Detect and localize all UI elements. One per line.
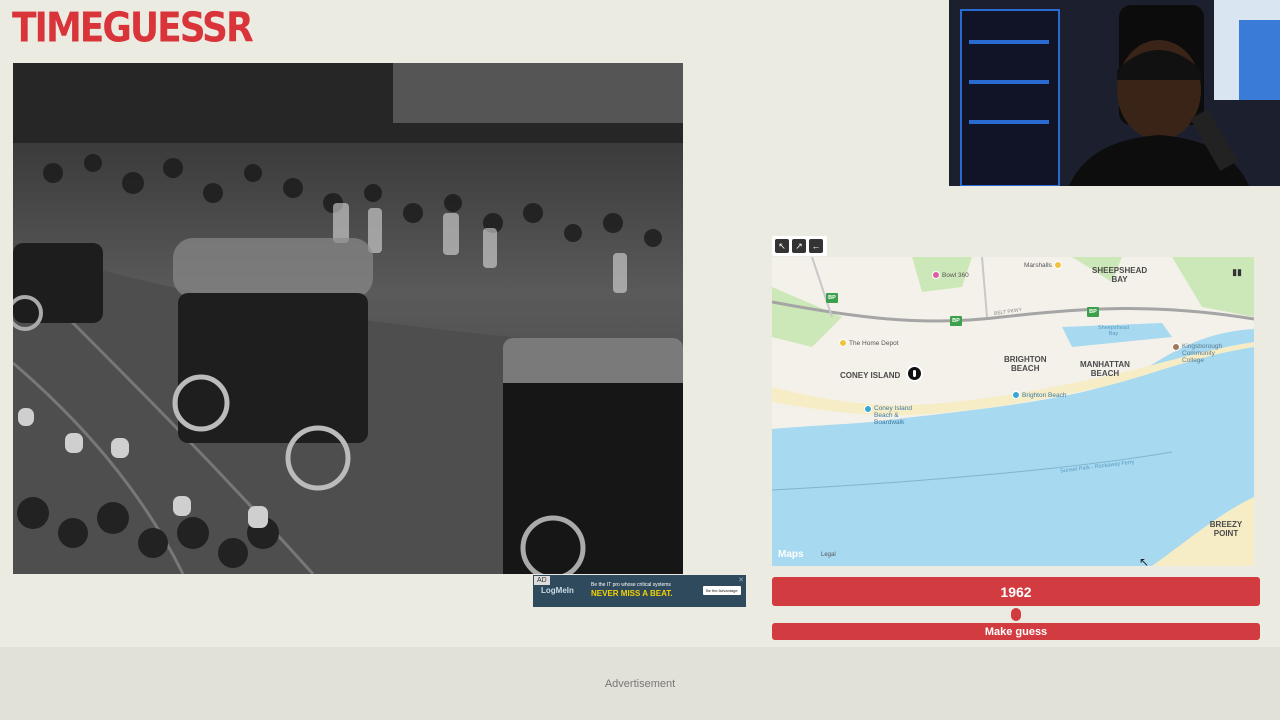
map-toolbar: ↖ ↗ ← bbox=[772, 236, 827, 256]
maps-legal-link[interactable]: Legal bbox=[821, 552, 836, 558]
store-icon bbox=[839, 339, 847, 347]
water-label-sheepshead: Sheepshead Bay bbox=[1098, 325, 1129, 337]
apple-maps-logo: Maps bbox=[778, 549, 804, 560]
beach-icon bbox=[1012, 391, 1020, 399]
poi-brighton-beach-station[interactable]: Brighton Beach bbox=[1012, 391, 1066, 399]
map-label-brighton-beach: BRIGHTON BEACH bbox=[1004, 355, 1047, 373]
ad-cta-button[interactable]: Be the Advantage bbox=[703, 586, 741, 595]
close-icon[interactable]: ✕ bbox=[738, 576, 744, 584]
poi-home-depot[interactable]: The Home Depot bbox=[839, 339, 899, 347]
map-label-breezy-point: BREEZY POINT bbox=[1209, 520, 1243, 538]
map-label-coney-island: CONEY ISLAND bbox=[840, 371, 901, 380]
bowling-icon bbox=[932, 271, 940, 279]
year-display: 1962 bbox=[772, 577, 1260, 606]
arrow-nw-icon[interactable]: ↖ bbox=[775, 239, 789, 253]
shopping-icon bbox=[1053, 261, 1062, 269]
historic-street-photo bbox=[13, 63, 683, 574]
poi-kingsborough[interactable]: Kingsborough Community College bbox=[1172, 343, 1222, 364]
map-layers-icon[interactable]: ▮▮ bbox=[1232, 267, 1242, 278]
map-label-manhattan-beach: MANHATTAN BEACH bbox=[1080, 360, 1130, 378]
beach-icon bbox=[864, 405, 872, 413]
arrow-left-icon[interactable]: ← bbox=[809, 239, 823, 253]
ad-line2: NEVER MISS A BEAT. bbox=[591, 589, 673, 598]
ad-line1: Be the IT pro whose critical systems bbox=[591, 582, 671, 588]
highway-shield: BP bbox=[1087, 307, 1099, 317]
webcam-feed bbox=[949, 0, 1280, 186]
year-slider-thumb[interactable] bbox=[1011, 608, 1021, 621]
ad-tag: AD bbox=[534, 576, 550, 585]
map-canvas[interactable]: BP BP BP Bowl 360 Marshalls The Home Dep… bbox=[772, 257, 1254, 566]
poi-bowl-360[interactable]: Bowl 360 bbox=[932, 271, 969, 279]
ad-brand: LogMeIn bbox=[541, 586, 574, 595]
highway-shield: BP bbox=[826, 293, 838, 303]
map-background bbox=[772, 257, 1254, 566]
advertisement-label: Advertisement bbox=[604, 677, 676, 690]
ad-banner-small[interactable]: AD LogMeIn Be the IT pro whose critical … bbox=[533, 575, 746, 607]
arrow-ne-icon[interactable]: ↗ bbox=[792, 239, 806, 253]
highway-shield: BP bbox=[950, 316, 962, 326]
map-label-sheepshead-bay: SHEEPSHEAD BAY bbox=[1092, 266, 1148, 284]
year-slider[interactable] bbox=[772, 608, 1260, 621]
map-pin-icon[interactable] bbox=[906, 365, 923, 382]
poi-coney-island-beach[interactable]: Coney Island Beach & Boardwalk bbox=[864, 405, 912, 426]
timeguessr-logo[interactable]: TIMEGUESSR bbox=[12, 7, 254, 49]
guess-map[interactable]: ↖ ↗ ← BP BP BP Bowl 360 Marshalls The Ho… bbox=[772, 236, 1254, 566]
make-guess-button[interactable]: Make guess bbox=[772, 623, 1260, 640]
mouse-cursor-icon: ↖ bbox=[1139, 555, 1150, 569]
webcam-overlay bbox=[949, 0, 1280, 186]
poi-marshalls[interactable]: Marshalls bbox=[1024, 261, 1062, 269]
footer-ad-area: Advertisement bbox=[0, 647, 1280, 720]
historic-photo bbox=[13, 63, 683, 574]
school-icon bbox=[1172, 343, 1180, 351]
